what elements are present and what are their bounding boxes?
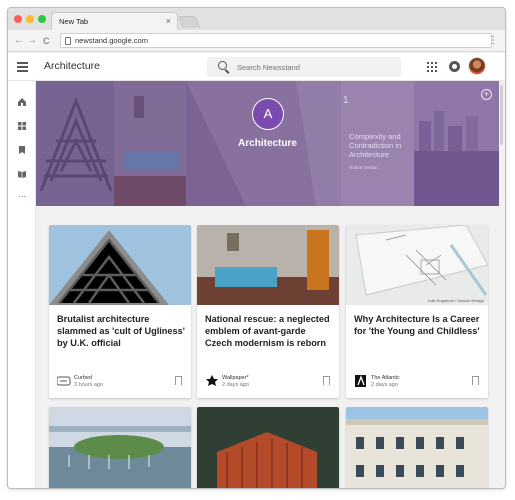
- newsstand-page: Architecture ···: [8, 53, 505, 488]
- article-image: [49, 225, 191, 305]
- article-title[interactable]: Why Architecture Is a Career for 'the Yo…: [354, 313, 482, 337]
- topic-hero-banner: 1 Complexity and Contradiction in Archit…: [36, 81, 499, 206]
- url-field[interactable]: newstand.google.com: [60, 33, 492, 48]
- search-box[interactable]: [207, 57, 401, 77]
- book-author: Robert Venturi: [349, 165, 378, 170]
- bookmark-button[interactable]: [472, 376, 479, 387]
- bookmark-icon[interactable]: [17, 145, 27, 155]
- article-title[interactable]: Brutalist architecture slammed as 'cult …: [57, 313, 185, 349]
- publisher-name: Wallpaper*: [222, 375, 249, 381]
- article-title[interactable]: National rescue: a neglected emblem of a…: [205, 313, 333, 349]
- tab-strip: New Tab ×: [8, 8, 505, 30]
- browser-menu-icon[interactable]: ⋮: [488, 33, 498, 49]
- article-image: Julie Engstrom / Voccon Design: [346, 225, 488, 305]
- notifications-icon[interactable]: [449, 61, 460, 72]
- article-card[interactable]: [197, 407, 339, 488]
- page-scrollbar[interactable]: [500, 85, 503, 145]
- publisher-name: The Atlantic: [371, 375, 400, 381]
- side-rail: ···: [8, 81, 36, 488]
- bookmark-button[interactable]: [175, 376, 182, 387]
- app-bar: Architecture: [8, 53, 505, 81]
- menu-icon[interactable]: [17, 62, 28, 72]
- article-image: [49, 407, 191, 488]
- library-icon[interactable]: [17, 169, 27, 179]
- article-card[interactable]: Brutalist architecture slammed as 'cult …: [49, 225, 191, 398]
- article-card[interactable]: [346, 407, 488, 488]
- image-credit: Julie Engstrom / Voccon Design: [427, 298, 484, 303]
- maximize-window-button[interactable]: [38, 15, 46, 23]
- apps-grid-icon[interactable]: [427, 62, 437, 72]
- bookmark-button[interactable]: [323, 376, 330, 387]
- minimize-window-button[interactable]: [26, 15, 34, 23]
- topic-title: Architecture: [238, 138, 297, 149]
- tab-close-icon[interactable]: ×: [166, 13, 171, 30]
- url-text: newstand.google.com: [75, 36, 148, 45]
- publish-time: 2 days ago: [222, 382, 249, 388]
- tab-title: New Tab: [59, 17, 89, 26]
- more-icon[interactable]: ···: [17, 191, 27, 201]
- article-card[interactable]: Julie Engstrom / Voccon Design Why Archi…: [346, 225, 488, 398]
- article-image: [346, 407, 488, 488]
- page-title: Architecture: [44, 60, 101, 72]
- the-atlantic-logo-icon: [355, 375, 366, 387]
- page-icon: [65, 37, 71, 45]
- article-card[interactable]: [49, 407, 191, 488]
- publisher-name: Curbed: [74, 375, 93, 381]
- article-card[interactable]: National rescue: a neglected emblem of a…: [197, 225, 339, 398]
- reload-icon[interactable]: C: [43, 33, 50, 49]
- forward-icon[interactable]: →: [27, 33, 37, 49]
- user-avatar[interactable]: [468, 57, 486, 75]
- article-image: [197, 407, 339, 488]
- browser-tab[interactable]: New Tab ×: [51, 12, 178, 30]
- browser-window: New Tab × ← → C newstand.google.com ⋮ Ar…: [7, 7, 506, 489]
- follow-topic-icon[interactable]: +: [481, 89, 492, 100]
- publish-time: 3 hours ago: [74, 382, 104, 388]
- search-input[interactable]: [237, 57, 387, 77]
- address-bar-row: ← → C newstand.google.com ⋮: [8, 30, 505, 52]
- book-number: 1: [343, 95, 349, 106]
- publish-time: 2 days ago: [371, 382, 398, 388]
- new-tab-button[interactable]: [177, 16, 201, 28]
- topic-avatar: A: [252, 98, 284, 130]
- wallpaper-logo-icon: [206, 375, 218, 386]
- home-icon[interactable]: [17, 97, 27, 107]
- window-controls: [14, 15, 46, 23]
- close-window-button[interactable]: [14, 15, 22, 23]
- back-icon[interactable]: ←: [14, 33, 24, 49]
- search-icon[interactable]: [218, 61, 227, 70]
- curbed-logo-icon: [57, 376, 71, 386]
- article-image: [197, 225, 339, 305]
- for-you-grid-icon[interactable]: [17, 121, 27, 131]
